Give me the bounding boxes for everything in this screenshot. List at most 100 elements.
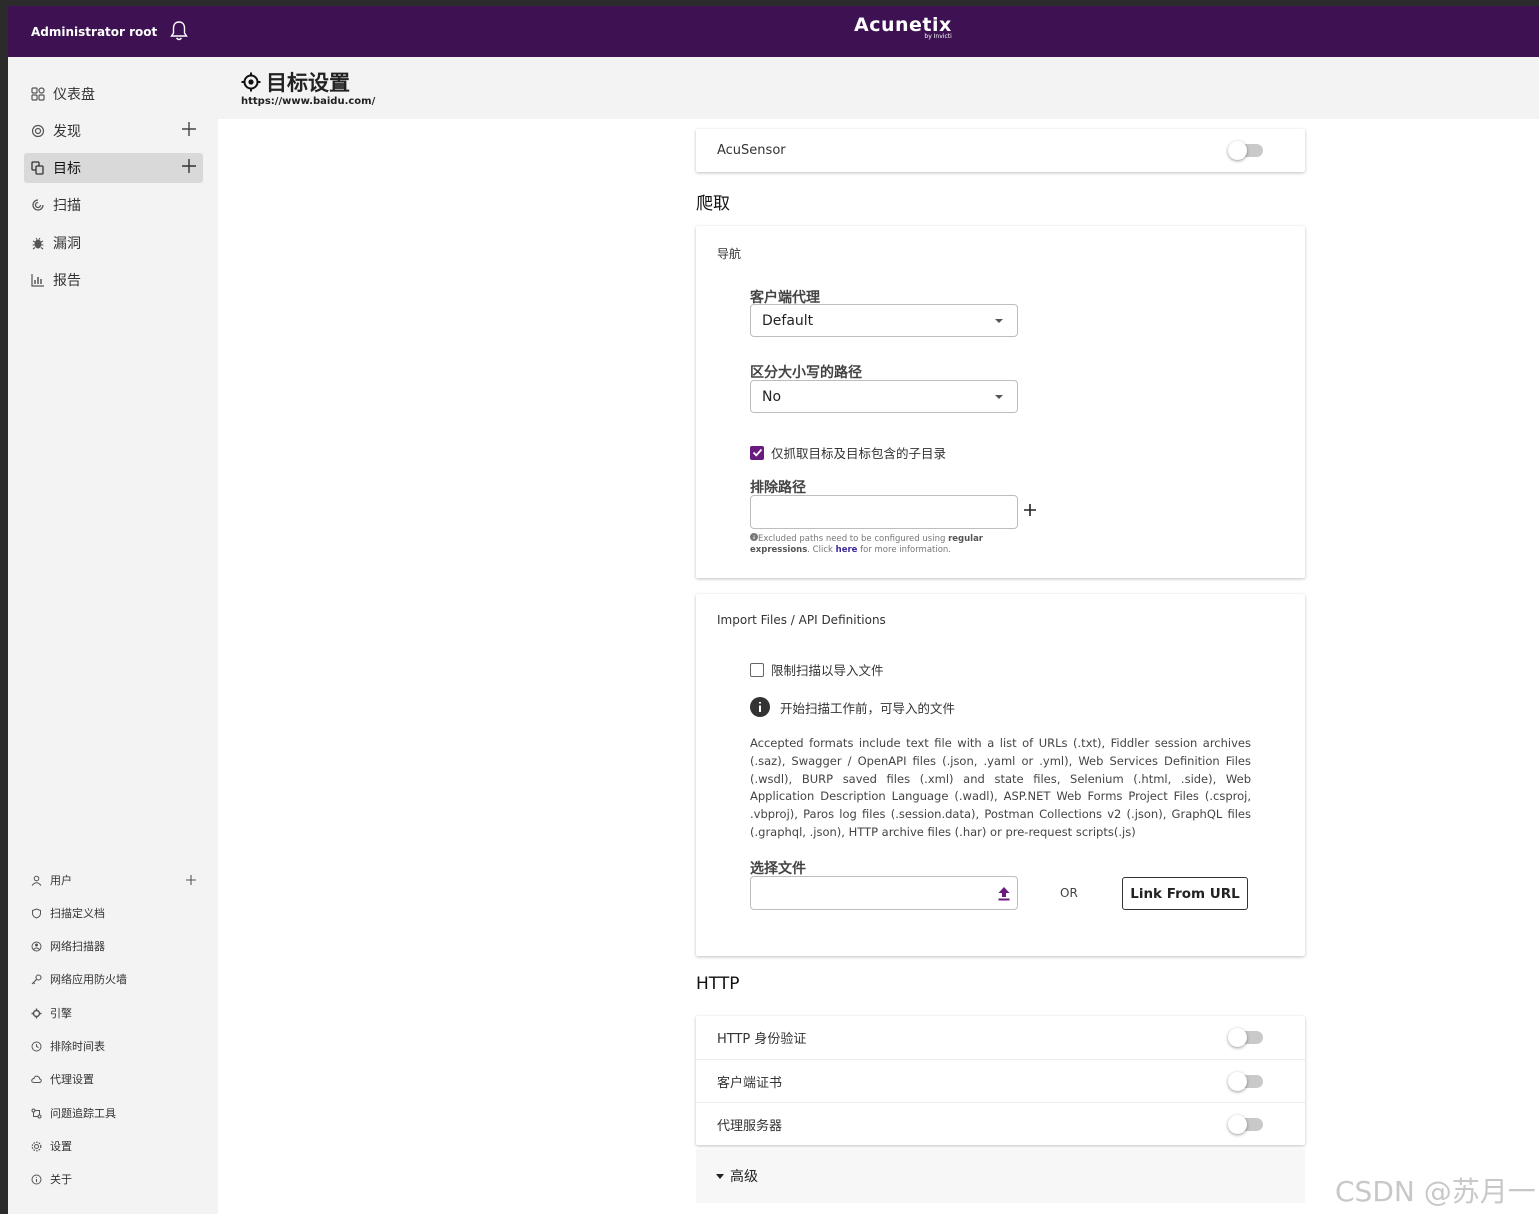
user-menu[interactable]: Administrator root (31, 25, 157, 39)
caret-down-icon (716, 1173, 724, 1179)
sidebar-item-users[interactable]: 用户 (24, 869, 203, 891)
sidebar-item-label: 代理设置 (50, 1073, 94, 1086)
toggle-knob (1228, 141, 1247, 160)
sidebar-item-label: 报告 (53, 273, 81, 289)
sidebar-item-about[interactable]: 关于 (24, 1168, 203, 1190)
http-section-title: HTTP (696, 974, 740, 994)
cloud-icon (31, 1075, 42, 1083)
link-from-url-button[interactable]: Link From URL (1122, 877, 1248, 910)
import-info-text: 开始扫描工作前，可导入的文件 (780, 700, 956, 716)
main-content: AcuSensor 爬取 导航 客户端代理 Default 区分大小写的路径 N… (218, 119, 1539, 1214)
choose-file-input[interactable] (750, 876, 1018, 910)
toggle-knob (1228, 1028, 1247, 1047)
add-target-icon[interactable] (181, 158, 197, 174)
app-window: Administrator root Acunetix by Invicti 仪… (8, 6, 1539, 1214)
acusensor-card: AcuSensor (696, 129, 1305, 172)
sidebar-item-reports[interactable]: 报告 (24, 265, 203, 295)
exclude-paths-label: 排除路径 (750, 480, 806, 496)
limit-crawl-label: 仅抓取目标及目标包含的子目录 (771, 446, 947, 461)
page-title-text: 目标设置 (266, 71, 350, 95)
chart-icon (31, 274, 44, 287)
hint-here-link[interactable]: here (836, 545, 858, 555)
proxy-server-label: 代理服务器 (717, 1118, 783, 1134)
restrict-scan-row: 限制扫描以导入文件 (750, 660, 884, 679)
discovery-icon (31, 124, 45, 138)
engine-icon (31, 1008, 42, 1018)
check-icon (752, 448, 762, 457)
user-agent-select[interactable]: Default (750, 304, 1018, 337)
bug-icon (32, 237, 44, 250)
advanced-label: 高级 (730, 1169, 758, 1185)
client-cert-label: 客户端证书 (717, 1075, 783, 1091)
sidebar-item-engines[interactable]: 引擎 (24, 1002, 203, 1024)
sidebar-item-label: 问题追踪工具 (50, 1107, 116, 1120)
sidebar-item-scan-profiles[interactable]: 扫描定义档 (24, 902, 203, 924)
hint-text: . Click (807, 545, 836, 555)
sidebar-item-label: 扫描定义档 (50, 907, 105, 920)
sidebar-item-targets[interactable]: 目标 (24, 153, 203, 183)
info-icon (750, 697, 770, 717)
http-auth-label: HTTP 身份验证 (717, 1032, 807, 1047)
case-sensitive-select[interactable]: No (750, 380, 1018, 413)
sidebar-item-discovery[interactable]: 发现 (24, 116, 203, 146)
acusensor-label: AcuSensor (717, 143, 786, 158)
targets-icon (31, 161, 44, 175)
info-icon (750, 533, 758, 541)
sidebar-item-vulnerabilities[interactable]: 漏洞 (24, 228, 203, 258)
advanced-expander[interactable]: 高级 (696, 1149, 1305, 1203)
toggle-knob (1228, 1115, 1247, 1134)
or-separator: OR (1060, 886, 1078, 900)
client-cert-toggle[interactable] (1228, 1072, 1263, 1091)
http-card: HTTP 身份验证 客户端证书 代理服务器 (696, 1016, 1305, 1145)
hint-text: for more information. (857, 545, 952, 555)
limit-crawl-checkbox[interactable] (750, 445, 764, 460)
import-files-card: Import Files / API Definitions 限制扫描以导入文件… (696, 594, 1305, 956)
http-auth-row: HTTP 身份验证 (696, 1016, 1305, 1059)
add-user-icon[interactable] (185, 874, 197, 886)
sidebar-item-proxy-settings[interactable]: 代理设置 (24, 1068, 203, 1090)
sidebar-item-label: 用户 (50, 874, 72, 887)
sidebar-item-label: 关于 (50, 1173, 72, 1186)
upload-icon[interactable] (997, 886, 1011, 901)
sidebar-item-dashboard[interactable]: 仪表盘 (24, 79, 203, 109)
chevron-down-icon (995, 319, 1003, 323)
sidebar-item-issue-trackers[interactable]: 问题追踪工具 (24, 1102, 203, 1124)
sidebar-item-excluded-hours[interactable]: 排除时间表 (24, 1035, 203, 1057)
tracker-icon (31, 1108, 42, 1118)
sidebar-item-label: 扫描 (53, 198, 81, 214)
chevron-down-icon (995, 395, 1003, 399)
sidebar-item-settings[interactable]: 设置 (24, 1135, 203, 1157)
info-icon (31, 1174, 42, 1184)
sidebar-item-network-scanner[interactable]: 网络扫描器 (24, 935, 203, 957)
top-bar: Administrator root Acunetix by Invicti (8, 6, 1539, 57)
page-title: 目标设置 (241, 67, 350, 97)
shield-icon (32, 907, 41, 919)
key-icon (31, 973, 42, 984)
proxy-server-toggle[interactable] (1228, 1115, 1263, 1134)
restrict-scan-checkbox[interactable] (750, 662, 764, 677)
proxy-server-row: 代理服务器 (696, 1102, 1305, 1145)
acunetix-logo[interactable]: Acunetix by Invicti (854, 14, 952, 40)
bell-icon[interactable] (169, 20, 189, 42)
navigation-card-label: 导航 (717, 247, 742, 261)
import-card-label: Import Files / API Definitions (717, 613, 886, 627)
acusensor-toggle[interactable] (1228, 141, 1263, 160)
sidebar-item-label: 设置 (50, 1140, 72, 1153)
user-agent-value: Default (762, 312, 814, 329)
scans-icon (32, 199, 44, 211)
sidebar-item-label: 发现 (53, 124, 81, 140)
gear-icon (31, 1141, 42, 1151)
sidebar-item-scans[interactable]: 扫描 (24, 190, 203, 220)
sidebar-item-label: 引擎 (50, 1007, 72, 1020)
acusensor-row: AcuSensor (696, 129, 1305, 172)
restrict-scan-label: 限制扫描以导入文件 (771, 663, 884, 678)
csdn-watermark: CSDN @苏月一 (1335, 1175, 1536, 1208)
limit-crawl-checkbox-row: 仅抓取目标及目标包含的子目录 (750, 443, 946, 462)
http-auth-toggle[interactable] (1228, 1028, 1263, 1047)
sidebar-item-waf[interactable]: 网络应用防火墙 (24, 968, 203, 990)
crosshair-icon (241, 72, 261, 92)
add-discovery-icon[interactable] (181, 121, 197, 137)
add-exclude-path-icon[interactable] (1023, 503, 1037, 517)
sidebar-item-label: 漏洞 (53, 236, 81, 252)
exclude-paths-input[interactable] (750, 495, 1018, 529)
